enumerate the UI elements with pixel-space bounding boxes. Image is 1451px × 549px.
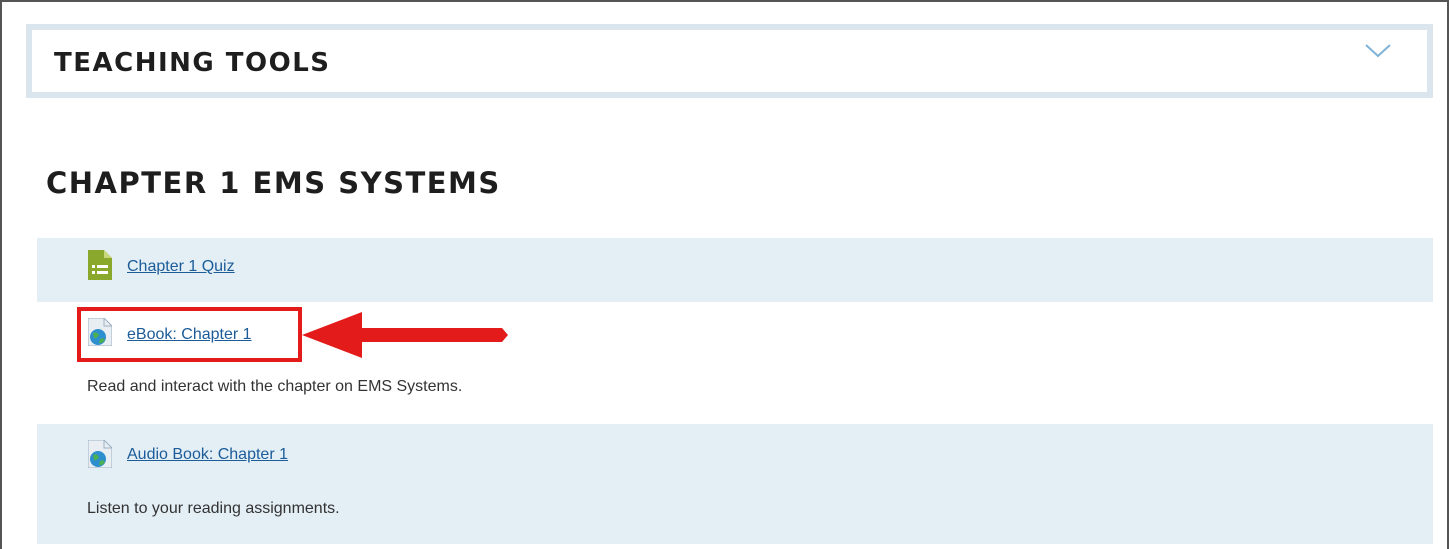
quiz-icon xyxy=(88,250,112,280)
ebook-description: Read and interact with the chapter on EM… xyxy=(87,378,463,395)
red-arrow-annotation xyxy=(302,312,508,358)
teaching-tools-section[interactable]: TEACHING TOOLS xyxy=(26,24,1433,98)
chevron-down-icon[interactable] xyxy=(1365,44,1391,58)
teaching-tools-title: TEACHING TOOLS xyxy=(54,48,331,78)
list-item-audio-book: Audio Book: Chapter 1 Listen to your rea… xyxy=(37,424,1433,544)
url-globe-icon xyxy=(88,440,112,468)
chapter-1-quiz-link[interactable]: Chapter 1 Quiz xyxy=(127,258,235,276)
chapter-title: CHAPTER 1 EMS SYSTEMS xyxy=(46,166,501,200)
list-item-quiz: Chapter 1 Quiz xyxy=(37,238,1433,302)
audio-book-description: Listen to your reading assignments. xyxy=(87,500,340,517)
highlight-box xyxy=(77,307,302,362)
audio-book-chapter-1-link[interactable]: Audio Book: Chapter 1 xyxy=(127,446,288,464)
